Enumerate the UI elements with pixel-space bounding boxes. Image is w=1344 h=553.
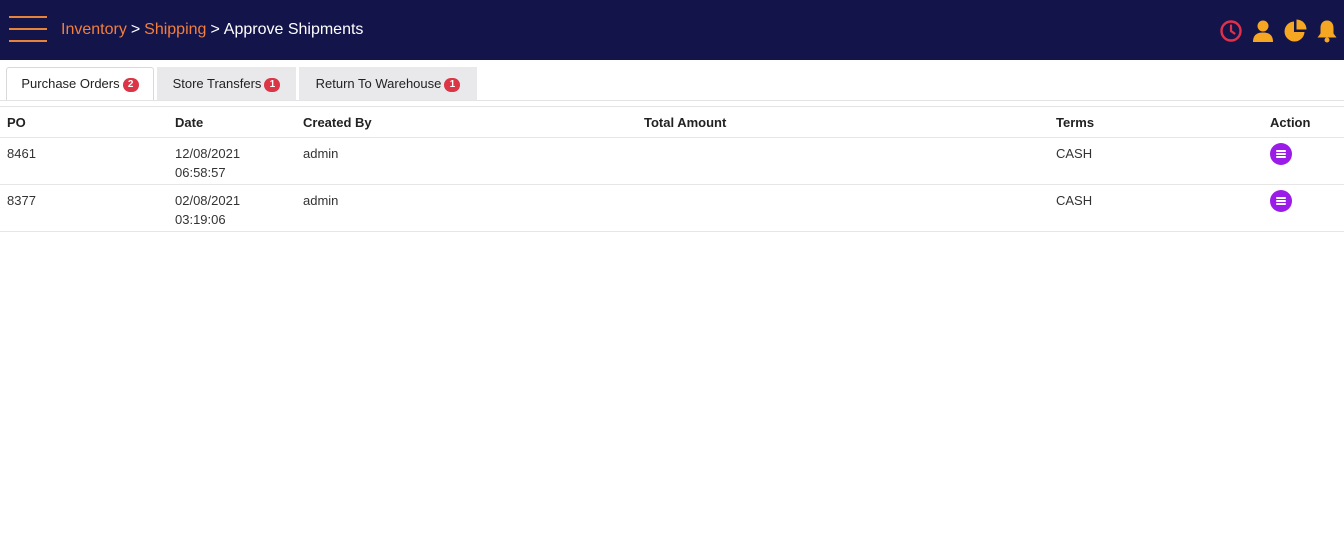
column-header-created-by[interactable]: Created By: [303, 115, 372, 130]
cell-terms: CASH: [1056, 146, 1093, 161]
tab-label: Return To Warehouse: [315, 76, 442, 91]
user-icon[interactable]: [1250, 18, 1276, 44]
table-row[interactable]: 8461 12/08/2021 06:58:57 admin CASH: [0, 138, 1344, 185]
table-row[interactable]: 8377 02/08/2021 03:19:06 admin CASH: [0, 185, 1344, 232]
cell-po: 8377: [7, 193, 36, 208]
count-badge: 1: [264, 78, 281, 92]
column-header-action: Action: [1270, 115, 1311, 130]
tab-purchase-orders[interactable]: Purchase Orders 2: [6, 67, 154, 101]
cell-date-day: 02/08/2021: [175, 193, 241, 208]
pie-chart-icon[interactable]: [1282, 18, 1308, 44]
count-badge: 1: [444, 78, 461, 92]
tab-return-to-warehouse[interactable]: Return To Warehouse 1: [299, 67, 477, 101]
cell-date: 02/08/2021 03:19:06: [175, 191, 240, 229]
shipments-table: PO Date Created By Total Amount Terms Ac…: [0, 107, 1344, 232]
tab-label: Store Transfers: [172, 76, 262, 91]
cell-created-by: admin: [303, 146, 339, 161]
tab-label: Purchase Orders: [21, 76, 120, 91]
column-header-terms[interactable]: Terms: [1056, 115, 1094, 130]
column-header-po[interactable]: PO: [7, 115, 26, 130]
breadcrumb-separator: >: [130, 21, 141, 38]
tab-bar: Purchase Orders 2 Store Transfers 1 Return…: [0, 67, 1344, 101]
breadcrumb: Inventory > Shipping > Approve Shipments: [61, 19, 363, 41]
count-badge: 2: [122, 78, 139, 92]
breadcrumb-inventory[interactable]: Inventory: [61, 21, 127, 38]
cell-po: 8461: [7, 146, 36, 161]
cell-date-time: 06:58:57: [175, 165, 226, 180]
top-navbar: Inventory > Shipping > Approve Shipments: [0, 0, 1344, 60]
list-icon[interactable]: [1270, 143, 1292, 165]
cell-created-by: admin: [303, 193, 339, 208]
list-icon[interactable]: [1270, 190, 1292, 212]
table-header: PO Date Created By Total Amount Terms Ac…: [0, 107, 1344, 138]
breadcrumb-shipping[interactable]: Shipping: [144, 21, 206, 38]
tab-store-transfers[interactable]: Store Transfers 1: [157, 67, 296, 101]
divider: [0, 100, 1344, 101]
cell-terms: CASH: [1056, 193, 1093, 208]
page-title: Approve Shipments: [223, 21, 364, 38]
column-header-total-amount[interactable]: Total Amount: [644, 115, 726, 130]
clock-icon[interactable]: [1218, 18, 1244, 44]
menu-icon[interactable]: [9, 15, 47, 45]
bell-icon[interactable]: [1314, 18, 1340, 44]
breadcrumb-separator: >: [210, 21, 220, 38]
cell-date: 12/08/2021 06:58:57: [175, 144, 240, 182]
cell-date-time: 03:19:06: [175, 212, 226, 227]
column-header-date[interactable]: Date: [175, 115, 203, 130]
cell-date-day: 12/08/2021: [175, 146, 241, 161]
